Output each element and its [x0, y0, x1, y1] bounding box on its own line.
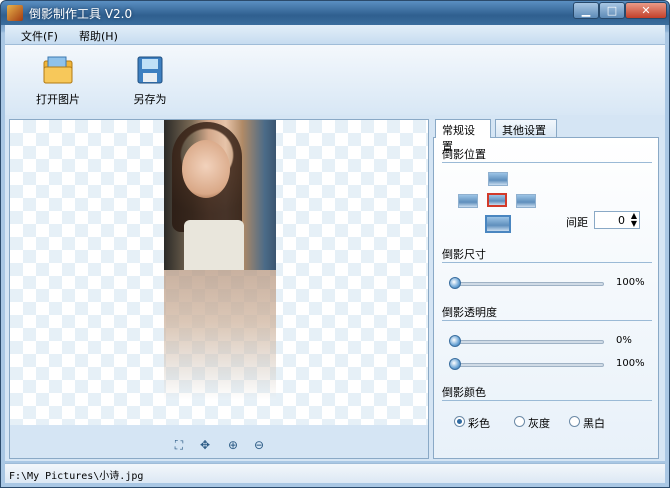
position-left-icon[interactable]: [458, 194, 478, 208]
general-settings-body: 倒影位置 间距 0 ▲ ▼ 倒影尺寸 100% 倒影透明度 0% 100% 倒影…: [433, 137, 659, 459]
opacity-end-thumb[interactable]: [449, 358, 461, 370]
fit-icon[interactable]: ⛶: [170, 437, 188, 453]
maximize-button[interactable]: □: [599, 2, 625, 19]
position-top-icon[interactable]: [488, 172, 508, 186]
spinner-arrows-icon[interactable]: ▲ ▼: [631, 212, 637, 228]
spacing-label: 间距: [566, 216, 588, 229]
spacing-spinner[interactable]: 0 ▲ ▼: [594, 211, 640, 229]
window-title: 倒影制作工具 V2.0: [29, 7, 133, 21]
opacity-end-value: 100%: [616, 358, 645, 369]
size-slider-thumb[interactable]: [449, 277, 461, 289]
toolbar: 打开图片 另存为: [5, 45, 665, 115]
color-radio-gray[interactable]: [514, 416, 525, 427]
menu-file[interactable]: 文件(F): [21, 28, 58, 44]
size-title: 倒影尺寸: [442, 248, 486, 261]
zoom-out-icon[interactable]: ⊖: [250, 437, 268, 453]
color-label-bw[interactable]: 黑白: [583, 415, 605, 431]
color-radio-bw[interactable]: [569, 416, 580, 427]
close-button[interactable]: ✕: [625, 2, 667, 19]
opacity-end-slider[interactable]: [449, 358, 604, 370]
menu-bar: 文件(F) 帮助(H): [5, 25, 665, 45]
file-path: F:\My Pictures\小诗.jpg: [9, 471, 144, 482]
reflection-image: [164, 270, 276, 400]
app-window: 倒影制作工具 V2.0 ▁ □ ✕ 文件(F) 帮助(H) 打开图片 另存为 ⛶…: [0, 0, 670, 488]
preview-panel: ⛶ ✥ ⊕ ⊖: [9, 119, 429, 459]
color-label-gray[interactable]: 灰度: [528, 415, 550, 431]
opacity-title: 倒影透明度: [442, 306, 497, 319]
save-icon: [137, 56, 163, 84]
color-radio-color[interactable]: [454, 416, 465, 427]
color-radio-group: 彩色 灰度 黑白: [434, 416, 658, 430]
title-bar[interactable]: 倒影制作工具 V2.0 ▁ □ ✕: [1, 1, 669, 25]
actual-size-icon[interactable]: ✥: [196, 437, 214, 453]
position-right-icon[interactable]: [516, 194, 536, 208]
size-value: 100%: [616, 277, 645, 288]
save-as-button[interactable]: 另存为: [115, 51, 185, 111]
settings-panel: 常规设置 其他设置 倒影位置 间距 0 ▲▼ 倒影尺寸 100% 倒影透明度: [433, 119, 661, 459]
tab-other[interactable]: 其他设置: [495, 119, 557, 137]
tab-general[interactable]: 常规设置: [435, 119, 491, 153]
folder-icon: [43, 56, 73, 84]
status-bar: F:\My Pictures\小诗.jpg: [5, 463, 665, 483]
app-icon: [7, 5, 23, 21]
position-center-icon[interactable]: [487, 193, 507, 207]
preview-image: [164, 120, 276, 270]
menu-help[interactable]: 帮助(H): [79, 28, 118, 44]
color-title: 倒影颜色: [442, 386, 486, 399]
open-image-label: 打开图片: [36, 93, 80, 106]
position-bottom-icon[interactable]: [485, 215, 511, 233]
open-image-button[interactable]: 打开图片: [23, 51, 93, 111]
opacity-start-value: 0%: [616, 335, 632, 346]
minimize-button[interactable]: ▁: [573, 2, 599, 19]
opacity-start-thumb[interactable]: [449, 335, 461, 347]
color-label-color[interactable]: 彩色: [468, 415, 490, 431]
size-slider[interactable]: [449, 277, 604, 289]
opacity-start-slider[interactable]: [449, 335, 604, 347]
save-as-label: 另存为: [133, 93, 167, 106]
zoom-toolbar: ⛶ ✥ ⊕ ⊖: [10, 425, 428, 458]
zoom-in-icon[interactable]: ⊕: [224, 437, 242, 453]
spacing-value: 0: [618, 214, 625, 227]
